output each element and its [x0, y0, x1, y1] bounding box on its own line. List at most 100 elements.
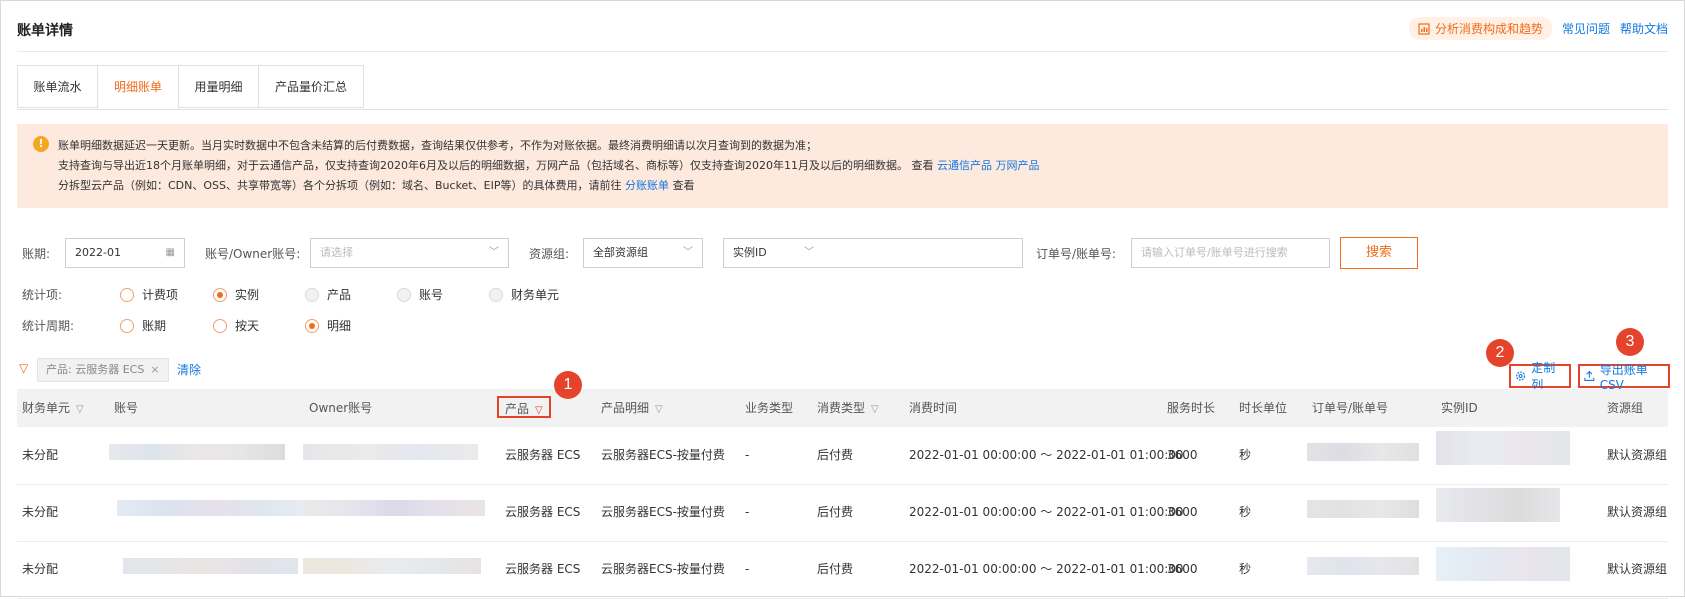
- resource-group-label: 资源组:: [529, 247, 570, 261]
- cell-duration-unit: 秒: [1239, 505, 1252, 519]
- search-button[interactable]: 搜索: [1340, 237, 1418, 269]
- notice-banner: ! 账单明细数据延迟一天更新。当月实时数据中不包含未结算的后付费数据，查询结果仅…: [17, 124, 1668, 208]
- header-actions: 分析消费构成和趋势 常见问题 帮助文档: [1408, 17, 1668, 40]
- cell-biz-type: -: [745, 448, 750, 462]
- order-label: 订单号/账单号:: [1036, 247, 1117, 261]
- split-bill-link[interactable]: 分账账单: [625, 179, 669, 192]
- tab-product-summary[interactable]: 产品量价汇总: [258, 65, 364, 108]
- faq-link[interactable]: 常见问题: [1562, 20, 1610, 37]
- tab-detail-bill[interactable]: 明细账单: [97, 65, 179, 109]
- cell-finance-unit: 未分配: [22, 562, 59, 576]
- table-row[interactable]: 未分配 云服务器 ECS 云服务器ECS-按量付费 - 后付费 2022-01-…: [17, 427, 1668, 485]
- help-docs-link[interactable]: 帮助文档: [1620, 20, 1668, 37]
- col-finance-unit[interactable]: 财务单元 ▽: [22, 389, 84, 427]
- col-product-detail[interactable]: 产品明细 ▽: [601, 389, 663, 427]
- account-label: 账号/Owner账号:: [205, 247, 301, 261]
- col-label: 产品明细: [601, 401, 650, 415]
- chevron-down-icon: ﹀: [489, 247, 499, 258]
- radio-checked-icon: [305, 318, 319, 333]
- redacted-account: [123, 558, 298, 574]
- redacted-account: [117, 500, 312, 516]
- wanwang-link[interactable]: 万网产品: [995, 159, 1039, 172]
- cell-duration: 3600: [1167, 448, 1198, 462]
- radio-label: 账号: [419, 288, 444, 302]
- header: 账单详情 分析消费构成和趋势 常见问题 帮助文档: [17, 17, 1668, 52]
- bar-chart-icon: [1418, 22, 1430, 35]
- annotation-badge-1: 1: [554, 371, 582, 399]
- radio-disabled-icon: [305, 287, 319, 302]
- radio-disabled-icon: [489, 287, 503, 302]
- order-placeholder: 请输入订单号/账单号进行搜索: [1141, 246, 1288, 259]
- stat-item-finance-unit[interactable]: 财务单元: [489, 286, 559, 303]
- clear-filter-link[interactable]: 清除: [177, 361, 201, 378]
- col-label: 财务单元: [22, 401, 71, 415]
- customize-columns-button[interactable]: 定制列: [1509, 361, 1571, 392]
- cell-duration: 3600: [1167, 505, 1198, 519]
- table-row[interactable]: 未分配 云服务器 ECS 云服务器ECS-按量付费 - 后付费 2022-01-…: [17, 541, 1668, 599]
- redacted-owner-account: [303, 558, 481, 574]
- cell-consume-time: 2022-01-01 00:00:00 ～ 2022-01-01 01:00:0…: [909, 448, 1184, 462]
- filter-chip[interactable]: 产品: 云服务器 ECS ×: [37, 358, 169, 382]
- stat-period-day[interactable]: 按天: [213, 317, 259, 334]
- close-icon[interactable]: ×: [150, 363, 159, 376]
- period-date-picker[interactable]: 2022-01 ▦: [65, 238, 185, 268]
- notice-line-2-text: 支持查询与导出近18个月账单明细，对于云通信产品，仅支持查询2020年6月及以后…: [58, 159, 934, 172]
- stat-period-label: 统计周期:: [22, 319, 75, 333]
- stat-item-product[interactable]: 产品: [305, 286, 351, 303]
- redacted-order-id: [1307, 557, 1419, 575]
- cloud-comm-link[interactable]: 云通信产品: [937, 159, 992, 172]
- order-search-input[interactable]: 请输入订单号/账单号进行搜索: [1131, 238, 1330, 268]
- tab-usage-detail[interactable]: 用量明细: [178, 65, 259, 108]
- radio-icon: [213, 318, 227, 333]
- stat-item-instance[interactable]: 实例: [213, 286, 259, 303]
- tab-bar: 账单流水 明细账单 用量明细 产品量价汇总: [17, 65, 1668, 110]
- cell-product-detail: 云服务器ECS-按量付费: [601, 448, 725, 462]
- resource-group-select[interactable]: 全部资源组 ﹀: [583, 238, 703, 268]
- page-title: 账单详情: [17, 23, 73, 39]
- redacted-instance-id: [1436, 431, 1570, 465]
- annotation-badge-2: 2: [1486, 339, 1514, 367]
- filter-icon[interactable]: ▽: [871, 404, 879, 415]
- stat-item-account[interactable]: 账号: [397, 286, 443, 303]
- col-biz-type: 业务类型: [745, 401, 794, 415]
- redacted-owner-account: [303, 444, 478, 460]
- col-instance-id: 实例ID: [1441, 401, 1478, 415]
- bill-detail-page: 账单详情 分析消费构成和趋势 常见问题 帮助文档 账单流水 明细账单 用量明细 …: [0, 0, 1685, 599]
- col-order-id: 订单号/账单号: [1312, 401, 1389, 415]
- cell-consume-type: 后付费: [817, 562, 854, 576]
- cell-consume-time: 2022-01-01 00:00:00 ～ 2022-01-01 01:00:0…: [909, 562, 1184, 576]
- redacted-order-id: [1307, 443, 1419, 461]
- export-csv-button[interactable]: 导出账单CSV: [1578, 363, 1670, 392]
- stat-item-billing[interactable]: 计费项: [120, 286, 178, 303]
- col-product[interactable]: 产品 ▽: [497, 396, 551, 418]
- filter-icon: ▽: [19, 361, 29, 375]
- warning-icon: !: [33, 136, 49, 152]
- cell-resource-group: 默认资源组: [1607, 505, 1668, 519]
- cell-product: 云服务器 ECS: [505, 448, 581, 462]
- gear-icon: [1516, 371, 1526, 381]
- col-label: 产品: [505, 402, 530, 416]
- account-select[interactable]: 请选择 ﹀: [310, 238, 509, 268]
- analyze-trend-button[interactable]: 分析消费构成和趋势: [1408, 17, 1552, 40]
- radio-icon: [120, 318, 134, 333]
- redacted-account: [109, 444, 285, 460]
- col-consume-type[interactable]: 消费类型 ▽: [817, 389, 879, 427]
- stat-period-detail[interactable]: 明细: [305, 317, 351, 334]
- stat-period-bill[interactable]: 账期: [120, 317, 166, 334]
- radio-label: 实例: [235, 288, 260, 302]
- radio-label: 计费项: [142, 288, 179, 302]
- tab-bill-flow[interactable]: 账单流水: [17, 65, 98, 108]
- instance-search-combo[interactable]: 实例ID ﹀: [723, 238, 1023, 268]
- table-row[interactable]: 未分配 云服务器 ECS 云服务器ECS-按量付费 - 后付费 2022-01-…: [17, 484, 1668, 542]
- account-placeholder: 请选择: [320, 246, 353, 259]
- analyze-trend-label: 分析消费构成和趋势: [1434, 22, 1543, 36]
- upload-icon: [1584, 370, 1595, 381]
- filter-active-icon[interactable]: ▽: [535, 405, 543, 416]
- notice-line-3: 分拆型云产品（例如：CDN、OSS、共享带宽等）各个分拆项（例如：域名、Buck…: [58, 177, 694, 193]
- filter-icon[interactable]: ▽: [655, 404, 663, 415]
- cell-duration-unit: 秒: [1239, 562, 1252, 576]
- cell-product: 云服务器 ECS: [505, 505, 581, 519]
- cell-resource-group: 默认资源组: [1607, 562, 1668, 576]
- cell-duration: 3600: [1167, 562, 1198, 576]
- filter-icon[interactable]: ▽: [76, 404, 84, 415]
